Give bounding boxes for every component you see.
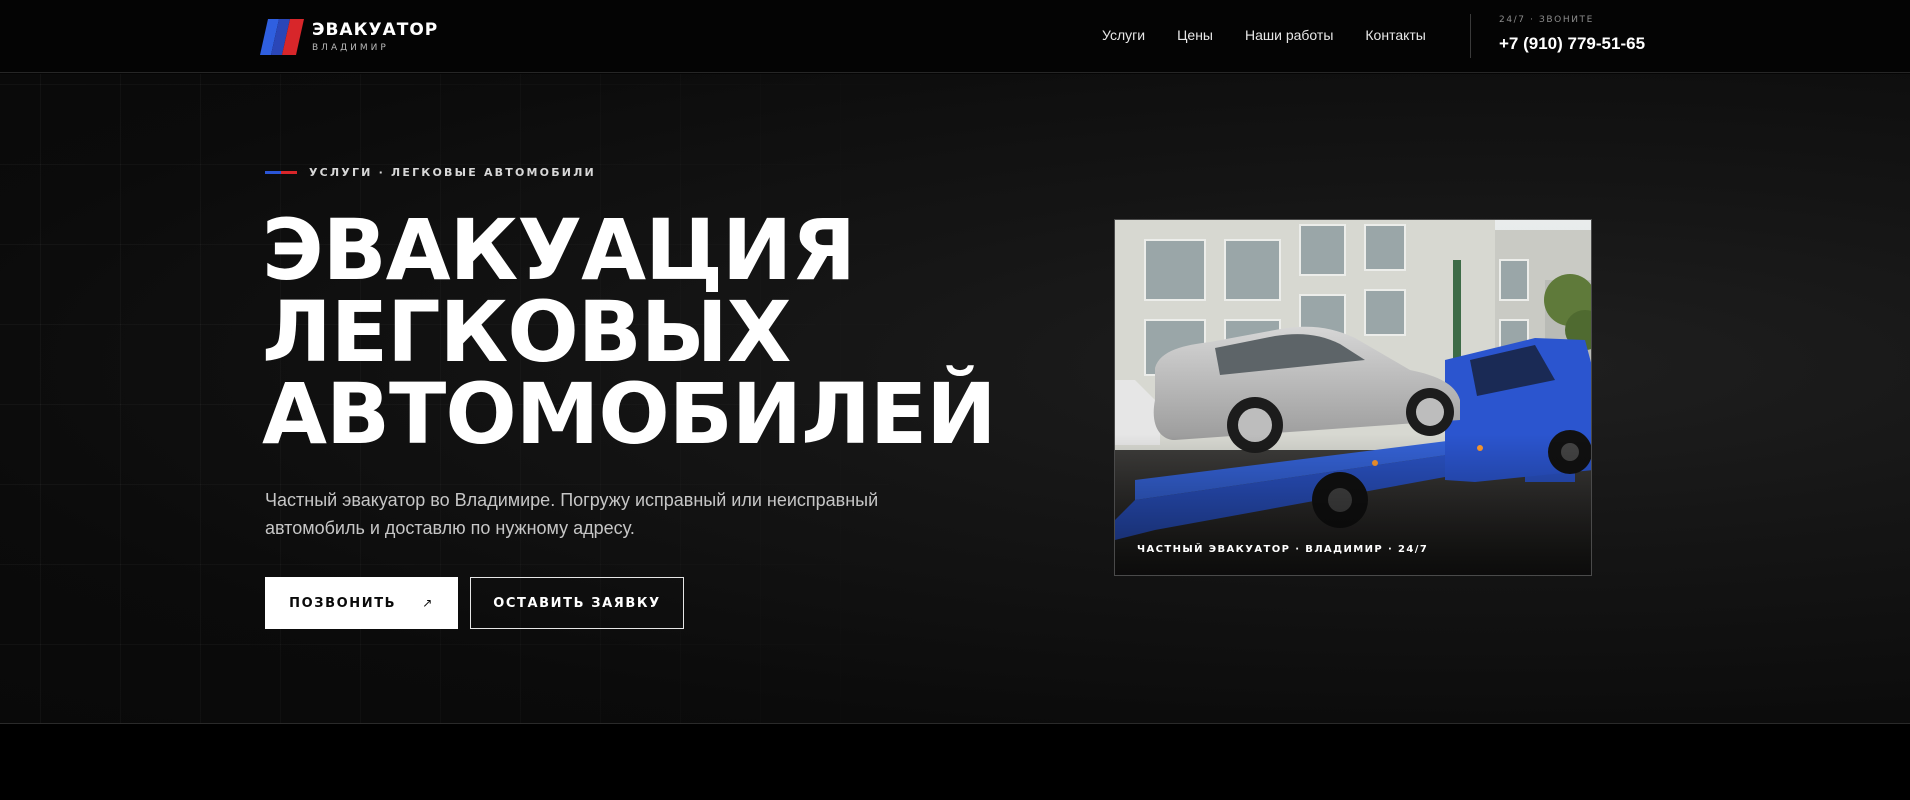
eyebrow-text: УСЛУГИ · ЛЕГКОВЫЕ АВТОМОБИЛИ xyxy=(309,166,596,179)
arrow-up-right-icon: ↗ xyxy=(422,596,434,610)
hero-title-line-1: ЭВАКУАЦИЯ xyxy=(262,201,856,299)
call-button-label: ПОЗВОНИТЬ xyxy=(289,595,397,611)
brand-logo[interactable]: ЭВАКУАТОР ВЛАДИМИР xyxy=(260,19,438,55)
tow-truck-photo: ЧАСТНЫЙ ЭВАКУАТОР · ВЛАДИМИР · 24/7 xyxy=(1114,219,1592,576)
tow-truck-illustration-icon xyxy=(1115,220,1591,575)
hero-title-line-3: АВТОМОБИЛЕЙ xyxy=(262,365,997,463)
tricolor-stripes-logo-icon xyxy=(260,19,304,55)
hero-title-line-2: ЛЕГКОВЫХ xyxy=(262,283,792,381)
call-button[interactable]: ПОЗВОНИТЬ ↗ xyxy=(265,577,458,629)
brand-title: ЭВАКУАТОР xyxy=(312,19,439,40)
phone-link[interactable]: +7 (910) 779-51-65 xyxy=(1499,34,1645,54)
brand-subtitle: ВЛАДИМИР xyxy=(312,42,389,53)
hero-title: ЭВАКУАЦИЯ ЛЕГКОВЫХ АВТОМОБИЛЕЙ xyxy=(262,201,1082,463)
nav-item-prices[interactable]: Цены xyxy=(1177,26,1213,44)
site-header: ЭВАКУАТОР ВЛАДИМИР Услуги Цены Наши рабо… xyxy=(0,0,1910,73)
contact-label: 24/7 · ЗВОНИТЕ xyxy=(1499,15,1594,25)
request-button-label: ОСТАВИТЬ ЗАЯВКУ xyxy=(493,595,661,611)
next-section-band xyxy=(0,723,1910,800)
header-contact: 24/7 · ЗВОНИТЕ +7 (910) 779-51-65 xyxy=(1499,14,1645,54)
request-button[interactable]: ОСТАВИТЬ ЗАЯВКУ xyxy=(470,577,684,629)
nav-item-works[interactable]: Наши работы xyxy=(1245,26,1333,44)
nav-item-contacts[interactable]: Контакты xyxy=(1365,26,1425,44)
hero-description: Частный эвакуатор во Владимире. Погружу … xyxy=(265,490,879,538)
hero-section: УСЛУГИ · ЛЕГКОВЫЕ АВТОМОБИЛИ ЭВАКУАЦИЯ Л… xyxy=(0,74,1910,723)
main-nav: Услуги Цены Наши работы Контакты xyxy=(1102,26,1426,44)
photo-caption: ЧАСТНЫЙ ЭВАКУАТОР · ВЛАДИМИР · 24/7 xyxy=(1137,544,1429,555)
hero-eyebrow: УСЛУГИ · ЛЕГКОВЫЕ АВТОМОБИЛИ xyxy=(265,166,596,179)
header-divider xyxy=(1470,14,1471,58)
nav-item-services[interactable]: Услуги xyxy=(1102,26,1145,44)
eyebrow-accent-line xyxy=(265,171,297,174)
